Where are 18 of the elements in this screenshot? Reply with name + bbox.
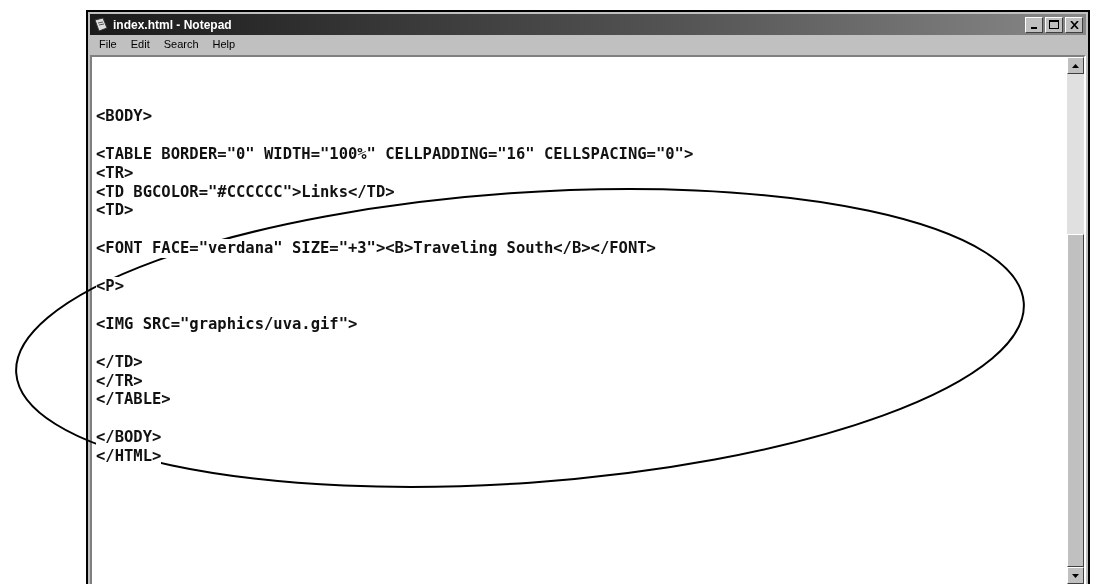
menu-item[interactable]: Edit (125, 37, 155, 51)
maximize-icon (1049, 20, 1059, 29)
minimize-button[interactable] (1025, 16, 1043, 33)
menu-item[interactable]: Search (158, 37, 204, 51)
scroll-thumb[interactable] (1067, 234, 1084, 567)
close-button[interactable] (1065, 16, 1083, 33)
window-title: index.html - Notepad (113, 17, 233, 32)
vertical-scrollbar[interactable] (1067, 57, 1084, 584)
menu-item[interactable]: File (94, 37, 122, 51)
minimize-icon (1031, 26, 1037, 29)
scroll-down-button[interactable] (1067, 567, 1084, 584)
maximize-button[interactable] (1045, 16, 1063, 33)
scroll-up-button[interactable] (1067, 57, 1084, 74)
down-arrow-icon (1072, 573, 1079, 578)
menu-item[interactable]: Help (207, 37, 241, 51)
up-arrow-icon (1072, 63, 1079, 68)
close-icon (1069, 20, 1079, 29)
notepad-icon (93, 16, 109, 33)
